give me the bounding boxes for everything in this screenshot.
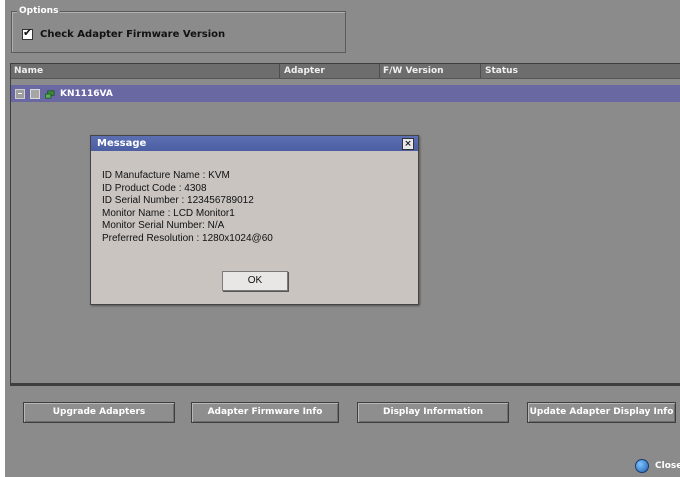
close-label: Close <box>655 461 680 471</box>
table-header: Name Adapter F/W Version Status <box>11 64 680 79</box>
message-dialog: Message × ID Manufacture Name : KVM ID P… <box>90 135 419 305</box>
globe-icon <box>635 459 649 473</box>
preferred-resolution-line: Preferred Resolution : 1280x1024@60 <box>102 232 273 244</box>
upgrade-adapters-button[interactable]: Upgrade Adapters <box>23 402 175 423</box>
column-header-name[interactable]: Name <box>14 65 43 77</box>
dialog-title: Message <box>97 138 147 149</box>
display-information-button[interactable]: Display Information <box>357 402 509 423</box>
options-legend: Options <box>17 5 61 17</box>
update-adapter-display-info-button[interactable]: Update Adapter Display Info <box>527 402 676 423</box>
device-name: KN1116VA <box>60 89 113 99</box>
product-code-line: ID Product Code : 4308 <box>102 182 207 194</box>
column-header-adapter[interactable]: Adapter <box>284 65 325 77</box>
collapse-icon[interactable] <box>15 89 25 99</box>
check-firmware-option[interactable]: ✔ Check Adapter Firmware Version <box>22 26 226 40</box>
checkmark-icon: ✔ <box>23 26 33 39</box>
close-button[interactable]: Close <box>635 459 680 473</box>
ok-button[interactable]: OK <box>222 271 288 291</box>
dialog-title-bar[interactable]: Message × <box>91 136 418 151</box>
column-divider[interactable] <box>379 64 380 78</box>
dialog-message: ID Manufacture Name : KVM ID Product Cod… <box>102 170 273 245</box>
manufacture-name-line: ID Manufacture Name : KVM <box>102 170 230 181</box>
options-group: Options ✔ Check Adapter Firmware Version <box>11 5 346 53</box>
adapter-management-window: Options ✔ Check Adapter Firmware Version… <box>5 0 680 477</box>
row-checkbox[interactable] <box>30 89 40 99</box>
monitor-serial-line: Monitor Serial Number: N/A <box>102 220 225 231</box>
column-header-status[interactable]: Status <box>485 65 518 77</box>
check-firmware-label: Check Adapter Firmware Version <box>40 29 226 40</box>
adapter-firmware-info-button[interactable]: Adapter Firmware Info <box>191 402 339 423</box>
column-header-fw-version[interactable]: F/W Version <box>383 65 444 77</box>
column-divider[interactable] <box>480 64 481 78</box>
monitor-name-line: Monitor Name : LCD Monitor1 <box>102 207 235 219</box>
column-divider[interactable] <box>279 64 280 78</box>
table-row[interactable]: KN1116VA <box>11 85 680 102</box>
close-icon[interactable]: × <box>402 138 414 150</box>
kvm-device-icon <box>45 90 55 98</box>
serial-number-line: ID Serial Number : 123456789012 <box>102 195 254 206</box>
check-firmware-checkbox[interactable]: ✔ <box>22 26 33 40</box>
